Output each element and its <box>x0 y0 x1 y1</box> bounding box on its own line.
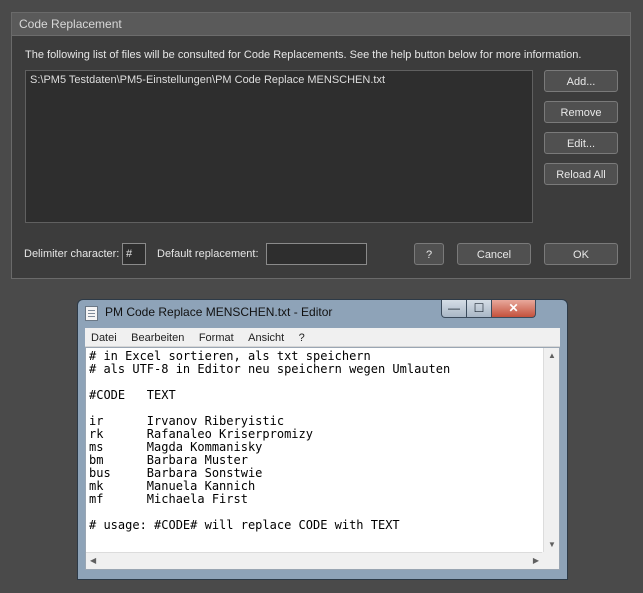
notepad-titlebar[interactable]: PM Code Replace MENSCHEN.txt - Editor — … <box>78 300 567 326</box>
menu-ansicht[interactable]: Ansicht <box>248 329 284 347</box>
reload-all-button[interactable]: Reload All <box>544 163 618 185</box>
menu-help[interactable]: ? <box>299 329 305 347</box>
editor-text[interactable]: # in Excel sortieren, als txt speichern … <box>86 348 559 532</box>
default-replacement-label: Default replacement: <box>157 248 259 260</box>
ok-button[interactable]: OK <box>544 243 618 265</box>
notepad-editor[interactable]: # in Excel sortieren, als txt speichern … <box>85 347 560 570</box>
notepad-window: PM Code Replace MENSCHEN.txt - Editor — … <box>77 299 568 580</box>
vertical-scrollbar[interactable]: ▲ ▼ <box>543 348 559 553</box>
menu-datei[interactable]: Datei <box>91 329 117 347</box>
code-replacement-dialog: Code Replacement The following list of f… <box>11 12 631 279</box>
file-list[interactable]: S:\PM5 Testdaten\PM5-Einstellungen\PM Co… <box>25 70 533 223</box>
notepad-menubar: Datei Bearbeiten Format Ansicht ? <box>85 328 560 347</box>
edit-button[interactable]: Edit... <box>544 132 618 154</box>
scroll-left-icon[interactable]: ◀ <box>90 557 96 565</box>
default-replacement-input[interactable] <box>266 243 367 265</box>
scroll-right-icon[interactable]: ▶ <box>533 557 539 565</box>
notepad-title: PM Code Replace MENSCHEN.txt - Editor <box>105 305 333 319</box>
menu-bearbeiten[interactable]: Bearbeiten <box>131 329 184 347</box>
dialog-intro-text: The following list of files will be cons… <box>25 49 582 61</box>
resize-grip[interactable] <box>542 552 559 569</box>
notepad-app-icon <box>85 306 98 321</box>
scroll-down-icon[interactable]: ▼ <box>548 541 556 549</box>
scroll-up-icon[interactable]: ▲ <box>548 352 556 360</box>
minimize-icon[interactable]: — <box>441 300 467 318</box>
cancel-button[interactable]: Cancel <box>457 243 531 265</box>
close-icon[interactable]: ✕ <box>491 300 536 318</box>
horizontal-scrollbar[interactable]: ◀ ▶ <box>86 552 543 569</box>
dialog-title: Code Replacement <box>12 13 630 36</box>
add-button[interactable]: Add... <box>544 70 618 92</box>
help-button[interactable]: ? <box>414 243 444 265</box>
maximize-icon[interactable]: ☐ <box>466 300 492 318</box>
delimiter-input[interactable]: # <box>122 243 146 265</box>
remove-button[interactable]: Remove <box>544 101 618 123</box>
file-list-item[interactable]: S:\PM5 Testdaten\PM5-Einstellungen\PM Co… <box>26 71 532 89</box>
delimiter-label: Delimiter character: <box>24 248 120 260</box>
menu-format[interactable]: Format <box>199 329 234 347</box>
